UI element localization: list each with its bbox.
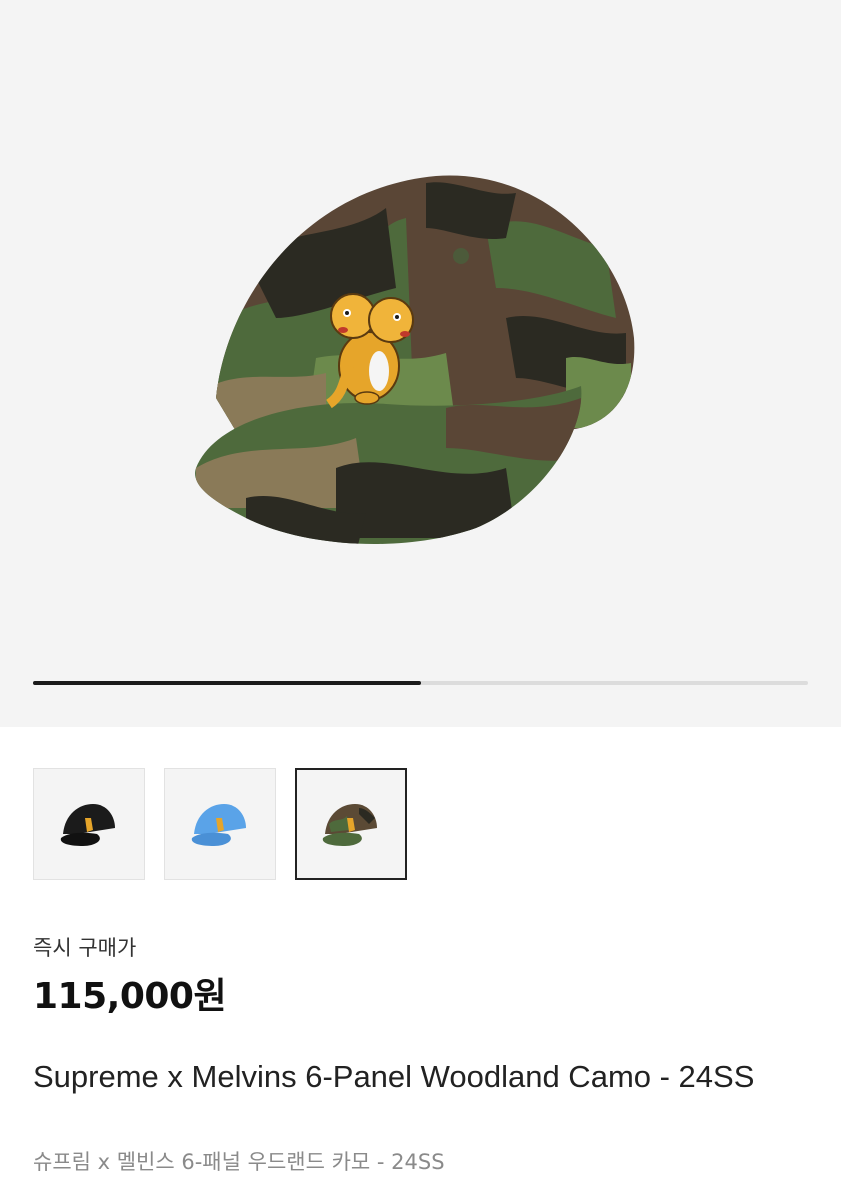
thumbnail-cap-blue[interactable] <box>164 768 276 880</box>
instant-buy-price-label: 즉시 구매가 <box>33 936 137 960</box>
product-title: Supreme x Melvins 6-Panel Woodland Camo … <box>33 1059 755 1094</box>
thumbnail-cap-black[interactable] <box>33 768 145 880</box>
cap-camo-image <box>322 804 377 846</box>
product-subtitle: 슈프림 x 멜빈스 6-패널 우드랜드 카모 - 24SS <box>33 1150 445 1174</box>
cap-blue-image <box>191 804 246 846</box>
cap-black-image <box>60 804 115 846</box>
thumbnail-cap-camo[interactable] <box>295 768 407 880</box>
carousel-progress-track <box>33 681 808 685</box>
carousel-progress-indicator <box>33 681 421 685</box>
instant-buy-price: 115,000원 <box>33 976 227 1017</box>
product-image-cap <box>195 175 635 545</box>
product-image-carousel[interactable] <box>0 0 841 727</box>
